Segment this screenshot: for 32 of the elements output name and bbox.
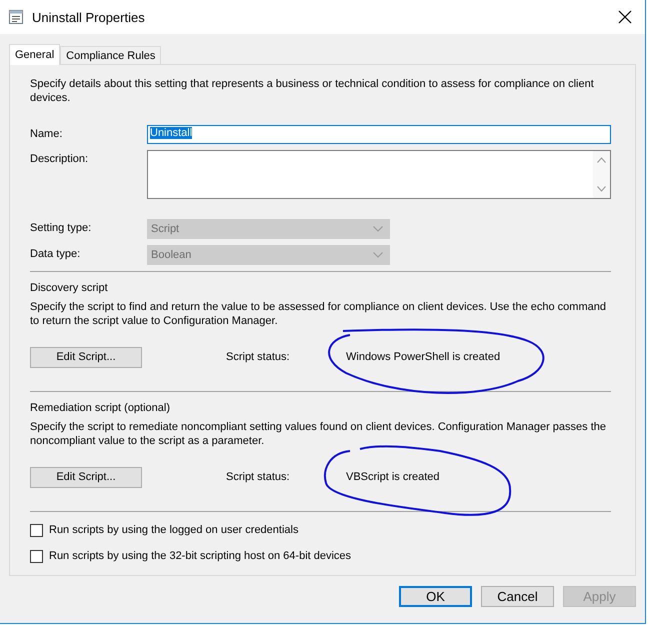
intro-text: Specify details about this setting that represents a business or technical condition to assess for compliance on client devices. xyxy=(30,77,595,105)
window-title: Uninstall Properties xyxy=(32,10,146,24)
scroll-up-icon xyxy=(597,157,606,163)
checkbox[interactable] xyxy=(30,524,43,536)
status-label: Script status: xyxy=(226,351,291,363)
tab[interactable]: General xyxy=(9,44,60,65)
field-label: Setting type: xyxy=(30,221,92,234)
close-icon xyxy=(618,10,632,24)
section-heading: Remediation script (optional) xyxy=(30,402,172,414)
checkbox-label: Run scripts by using the 32-bit scripting host on 64-bit devices xyxy=(49,550,352,562)
chevron-down-icon xyxy=(373,252,383,258)
chevron-down-icon xyxy=(373,226,383,232)
status-label: Script status: xyxy=(226,471,291,483)
checkbox[interactable] xyxy=(30,550,43,562)
checkbox-label: Run scripts by using the logged on user credentials xyxy=(49,524,298,536)
status-value: Windows PowerShell is created xyxy=(346,351,500,363)
dialog-button[interactable]: Cancel xyxy=(481,586,554,607)
section-heading: Discovery script xyxy=(30,282,109,294)
field-label: Data type: xyxy=(30,247,82,260)
scroll-down-icon xyxy=(597,186,606,192)
section-description: Specify the script to find and return the value to be assessed for compliance on client devices. Use the echo command to return the script value to Configuration Manager. xyxy=(30,300,607,328)
field-label: Name: xyxy=(30,127,64,140)
status-value: VBScript is created xyxy=(346,471,440,483)
edit-script-button[interactable]: Edit Script... xyxy=(30,346,142,368)
description-field[interactable] xyxy=(147,150,611,199)
section-description: Specify the script to remediate noncompliant setting values found on client devices. Configuration Manager passes the noncompliant value to the script as a parameter. xyxy=(30,420,607,448)
tab[interactable]: Compliance Rules xyxy=(60,46,162,64)
field-label: Description: xyxy=(30,152,90,165)
properties-icon xyxy=(8,9,24,25)
dialog-button[interactable]: OK xyxy=(399,586,472,607)
name-field[interactable]: Uninstall xyxy=(147,125,611,144)
edit-script-button[interactable]: Edit Script... xyxy=(30,466,142,488)
